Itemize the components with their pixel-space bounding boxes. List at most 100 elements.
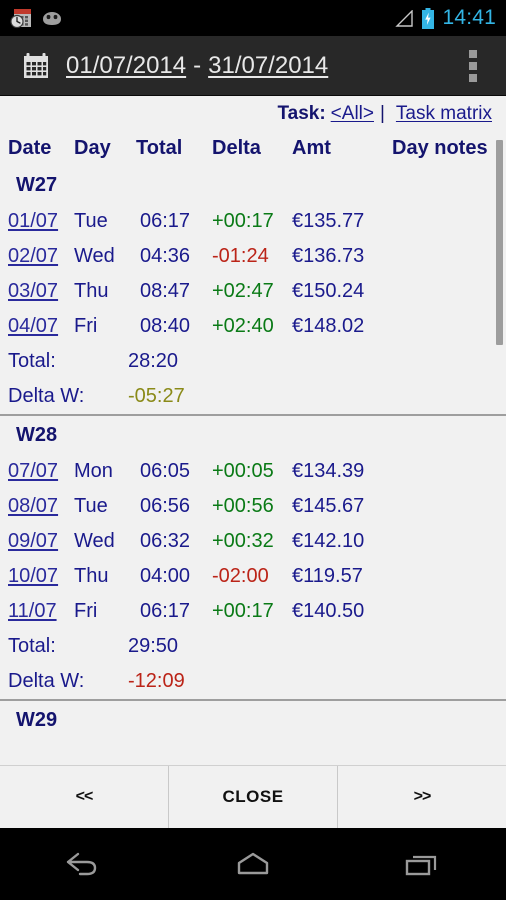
cell-total: 04:36	[140, 245, 191, 267]
cell-total: 04:00	[140, 565, 191, 587]
cell-delta: -02:00	[212, 565, 269, 587]
android-navigation-bar	[0, 828, 506, 900]
table-row[interactable]: 04/07 Fri 08:40 +02:40 €148.02	[0, 309, 506, 344]
week-label: W29	[16, 709, 58, 731]
status-bar-clock: 14:41	[442, 6, 496, 29]
cell-amt: €134.39	[292, 460, 365, 482]
overflow-menu-icon[interactable]	[462, 46, 484, 86]
cell-day: Tue	[74, 210, 108, 232]
cell-day: Fri	[74, 600, 98, 622]
status-bar-notifications	[0, 7, 394, 29]
cell-date: 11/07	[8, 600, 74, 623]
date-link[interactable]: 03/07	[8, 280, 58, 302]
table-row[interactable]: 08/07 Tue 06:56 +00:56 €145.67	[0, 489, 506, 524]
date-link[interactable]: 11/07	[8, 600, 57, 622]
home-icon	[237, 852, 269, 875]
cell-delta: +00:32	[212, 530, 274, 552]
week-delta-row: Delta W: -12:09	[0, 664, 506, 699]
task-matrix-link[interactable]: Task matrix	[396, 103, 492, 125]
week-delta-row: Delta W: -05:27	[0, 379, 506, 414]
week-block: W29	[0, 701, 506, 765]
table-row[interactable]: 03/07 Thu 08:47 +02:47 €150.24	[0, 274, 506, 309]
close-button[interactable]: CLOSE	[168, 766, 338, 828]
table-row[interactable]: 07/07 Mon 06:05 +00:05 €134.39	[0, 454, 506, 489]
cell-delta: +00:17	[212, 210, 274, 232]
home-button[interactable]	[208, 828, 298, 900]
calendar-clock-icon	[10, 9, 31, 29]
task-filter-bar: Task: <All> | Task matrix	[0, 97, 506, 130]
vertical-scrollbar[interactable]	[496, 140, 503, 345]
table-row[interactable]: 02/07 Wed 04:36 -01:24 €136.73	[0, 239, 506, 274]
date-range: 01/07/2014 - 31/07/2014	[66, 52, 328, 80]
column-header-date: Date	[8, 136, 52, 159]
device-screen: 14:41 01/07/2014 - 31/07/2014 Task: <All…	[0, 0, 506, 900]
cell-day: Wed	[74, 245, 115, 267]
week-total-row: Total: 28:20	[0, 344, 506, 379]
bottom-button-bar: << CLOSE >>	[0, 765, 506, 828]
table-row[interactable]: 01/07 Tue 06:17 +00:17 €135.77	[0, 204, 506, 239]
cell-day: Mon	[74, 460, 113, 482]
overflow-dot	[469, 73, 477, 82]
cell-amt: €140.50	[292, 600, 365, 622]
cell-day: Wed	[74, 530, 115, 552]
task-filter-selected-link[interactable]: <All>	[331, 103, 374, 125]
date-range-from[interactable]: 01/07/2014	[66, 52, 186, 80]
cell-amt: €148.02	[292, 315, 365, 337]
cell-amt: €119.57	[292, 565, 363, 587]
table-row[interactable]: 11/07 Fri 06:17 +00:17 €140.50	[0, 594, 506, 629]
cell-day: Thu	[74, 565, 109, 587]
week-delta-label: Delta W:	[8, 385, 85, 407]
prev-button[interactable]: <<	[0, 766, 168, 828]
cell-day: Fri	[74, 315, 98, 337]
back-button[interactable]	[39, 828, 129, 900]
status-bar-system-icons: 14:41	[394, 6, 506, 30]
cell-delta: -01:24	[212, 245, 269, 267]
table-header: Date Day Total Delta Amt Day notes	[0, 130, 506, 166]
week-total-value: 28:20	[128, 350, 179, 372]
week-block: W28 07/07 Mon 06:05 +00:05 €134.39 08/07 Tue 06:…	[0, 416, 506, 701]
table-row[interactable]: 10/07 Thu 04:00 -02:00 €119.57	[0, 559, 506, 594]
week-total-value: 29:50	[128, 635, 179, 657]
column-header-notes: Day notes	[392, 136, 488, 159]
date-range-to[interactable]: 31/07/2014	[208, 52, 328, 80]
date-link[interactable]: 04/07	[8, 315, 58, 337]
week-delta-value: -12:09	[128, 670, 185, 692]
cell-total: 08:47	[140, 280, 191, 302]
cell-delta: +00:05	[212, 460, 274, 482]
overflow-dot	[469, 49, 477, 58]
table-row[interactable]: 09/07 Wed 06:32 +00:32 €142.10	[0, 524, 506, 559]
next-button[interactable]: >>	[338, 766, 506, 828]
task-filter-label: Task:	[277, 102, 326, 124]
cell-delta: +02:40	[212, 315, 274, 337]
week-block: W27 01/07 Tue 06:17 +00:17 €135.77 02/07 Wed 04:…	[0, 166, 506, 416]
cell-total: 06:05	[140, 460, 191, 482]
date-link[interactable]: 07/07	[8, 460, 58, 482]
date-link[interactable]: 01/07	[8, 210, 58, 232]
date-link[interactable]: 08/07	[8, 495, 58, 517]
cell-delta: +00:56	[212, 495, 274, 517]
date-link[interactable]: 10/07	[8, 565, 58, 587]
week-label: W27	[16, 174, 58, 196]
cell-total: 06:17	[140, 210, 191, 232]
date-link[interactable]: 02/07	[8, 245, 58, 267]
back-icon	[67, 852, 97, 876]
title-bar: 01/07/2014 - 31/07/2014	[0, 36, 506, 96]
week-total-label: Total:	[8, 635, 56, 657]
cell-total: 08:40	[140, 315, 191, 337]
date-link[interactable]: 09/07	[8, 530, 58, 552]
cell-amt: €136.73	[292, 245, 365, 267]
cell-date: 02/07	[8, 245, 74, 268]
status-bar: 14:41	[0, 0, 506, 36]
column-header-day: Day	[74, 136, 111, 159]
cell-amt: €135.77	[292, 210, 365, 232]
calendar-icon[interactable]	[22, 52, 50, 80]
column-header-total: Total	[136, 136, 183, 159]
recents-icon	[405, 855, 436, 876]
column-header-delta: Delta	[212, 136, 261, 159]
cell-date: 01/07	[8, 210, 74, 233]
week-block-spacer	[0, 739, 506, 765]
recents-button[interactable]	[377, 828, 467, 900]
cell-day: Tue	[74, 495, 108, 517]
cell-amt: €150.24	[292, 280, 365, 302]
cell-delta: +00:17	[212, 600, 274, 622]
